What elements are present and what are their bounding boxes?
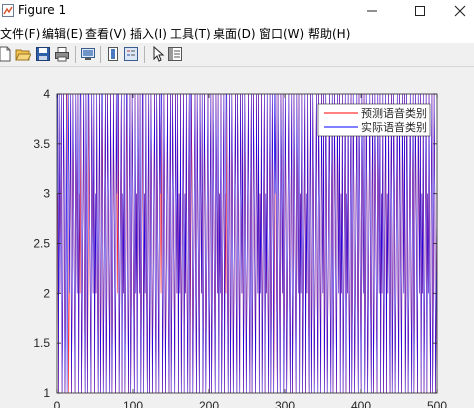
toolbar-separator: [100, 46, 101, 63]
y-tick-label: 2: [43, 286, 50, 300]
y-tick-label: 3: [43, 187, 50, 201]
title-bar: Figure 1: [0, 0, 474, 22]
open-file-icon[interactable]: [15, 46, 31, 62]
minimize-icon: [367, 10, 377, 12]
close-icon: [454, 5, 466, 17]
legend-label: 预测语音类别: [361, 106, 427, 120]
print-preview-icon[interactable]: [80, 46, 96, 62]
menu-help[interactable]: 帮助(H): [308, 25, 350, 42]
y-tick-label: 3.5: [33, 137, 50, 151]
menu-edit[interactable]: 编辑(E): [42, 25, 83, 42]
y-tick-label: 4: [43, 87, 50, 101]
menu-desktop[interactable]: 桌面(D): [213, 25, 256, 42]
legend-label: 实际语音类别: [361, 120, 427, 134]
x-tick-label: 100: [123, 399, 143, 408]
toolbar-separator: [75, 46, 76, 63]
property-editor-icon[interactable]: [167, 46, 183, 62]
window-title: Figure 1: [18, 3, 67, 17]
menu-view[interactable]: 查看(V): [85, 25, 127, 42]
pointer-icon[interactable]: [150, 46, 166, 62]
maximize-icon: [415, 6, 425, 16]
x-tick-label: 0: [54, 399, 61, 408]
menu-window[interactable]: 窗口(W): [259, 25, 304, 42]
minimize-button[interactable]: [352, 0, 392, 22]
legend-icon[interactable]: [123, 46, 139, 62]
matlab-figure-icon: [2, 4, 14, 17]
toolbar-separator: [144, 46, 145, 63]
y-tick-label: 1: [43, 386, 50, 400]
close-button[interactable]: [440, 0, 474, 22]
line-chart[interactable]: 1 1.5 2 2.5 3 3.5 4 0 100 200 300 400 500 预测语音类别实际语音…: [0, 67, 474, 408]
x-tick-label: 300: [275, 399, 295, 408]
maximize-button[interactable]: [400, 0, 440, 22]
menu-file[interactable]: 文件(F): [0, 25, 40, 42]
new-figure-icon[interactable]: [0, 46, 13, 62]
menu-tools[interactable]: 工具(T): [170, 25, 211, 42]
menu-bar: 文件(F) 编辑(E) 查看(V) 插入(I) 工具(T) 桌面(D) 窗口(W…: [0, 23, 474, 43]
save-icon[interactable]: [35, 46, 51, 62]
figure-toolbar: [0, 43, 474, 67]
y-tick-label: 1.5: [33, 336, 50, 350]
x-tick-label: 400: [351, 399, 371, 408]
figure-canvas: 1 1.5 2 2.5 3 3.5 4 0 100 200 300 400 500 预测语音类别 实际语音…: [0, 67, 474, 408]
x-tick-label: 200: [199, 399, 219, 408]
colorbar-icon[interactable]: [105, 46, 121, 62]
y-tick-label: 2.5: [33, 237, 50, 251]
print-icon[interactable]: [54, 46, 70, 62]
x-tick-label: 500: [427, 399, 447, 408]
menu-insert[interactable]: 插入(I): [130, 25, 167, 42]
